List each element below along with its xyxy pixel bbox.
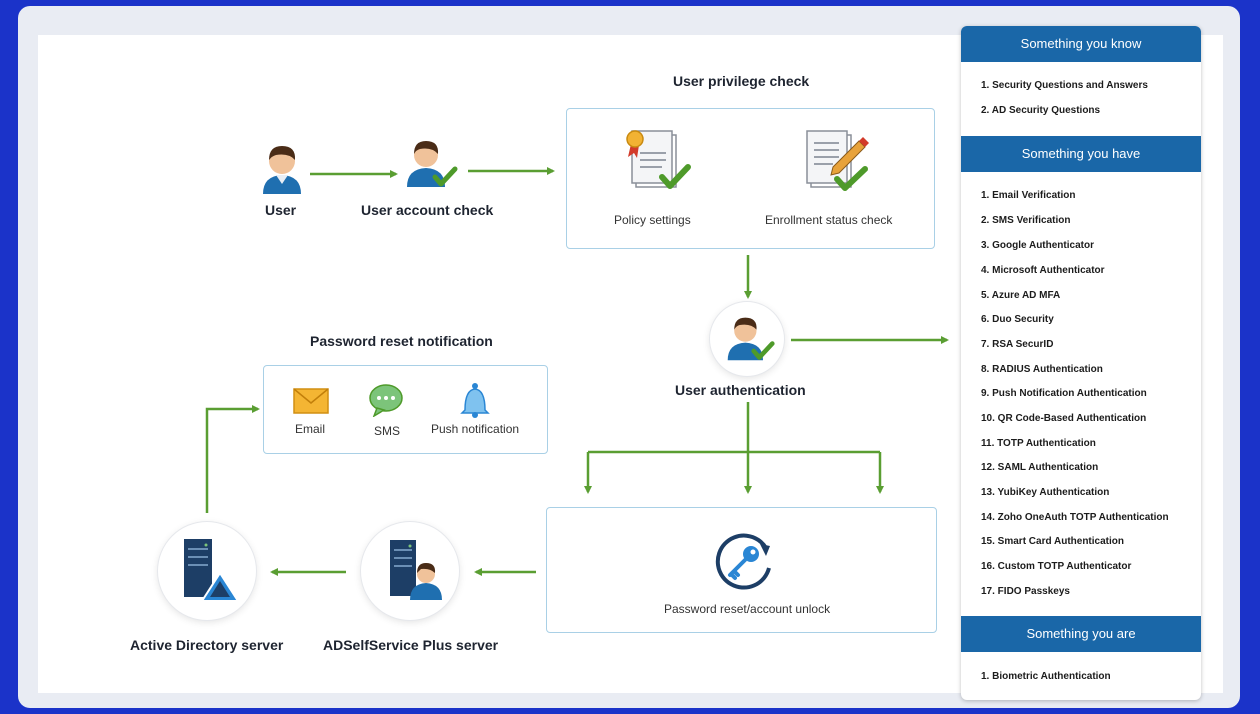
have-item: 8. RADIUS Authentication bbox=[981, 364, 1103, 375]
enrollment-status-icon bbox=[803, 127, 877, 204]
password-reset-account-unlock-label: Password reset/account unlock bbox=[664, 602, 831, 616]
active-directory-server-icon bbox=[182, 537, 242, 608]
have-item: 7. RSA SecurID bbox=[981, 339, 1054, 350]
policy-settings-label: Policy settings bbox=[614, 213, 691, 227]
have-item: 16. Custom TOTP Authenticator bbox=[981, 561, 1132, 572]
envelope-icon bbox=[293, 388, 329, 419]
know-item: 1. Security Questions and Answers bbox=[981, 80, 1148, 91]
user-authentication-avatar bbox=[724, 312, 776, 369]
email-label: Email bbox=[295, 422, 326, 436]
password-reset-notification-title: Password reset notification bbox=[310, 333, 493, 349]
have-item: 12. SAML Authentication bbox=[981, 462, 1099, 473]
key-reset-icon bbox=[714, 530, 776, 597]
have-item: 1. Email Verification bbox=[981, 190, 1076, 201]
are-item: 1. Biometric Authentication bbox=[981, 671, 1111, 682]
something-you-know-header: Something you know bbox=[961, 26, 1201, 62]
have-item: 5. Azure AD MFA bbox=[981, 290, 1061, 301]
user-avatar bbox=[259, 142, 305, 199]
authentication-factors-panel: Something you know 1. Security Questions… bbox=[961, 26, 1201, 700]
know-item: 2. AD Security Questions bbox=[981, 105, 1101, 116]
user-privilege-check-title: User privilege check bbox=[673, 73, 810, 89]
bell-icon bbox=[460, 382, 490, 423]
have-item: 10. QR Code-Based Authentication bbox=[981, 413, 1147, 424]
policy-settings-icon bbox=[622, 127, 696, 204]
adselfservice-server-label: ADSelfService Plus server bbox=[323, 637, 499, 653]
enrollment-status-check-label: Enrollment status check bbox=[765, 213, 893, 227]
have-item: 15. Smart Card Authentication bbox=[981, 536, 1124, 547]
user-account-check-label: User account check bbox=[361, 202, 494, 218]
have-item: 6. Duo Security bbox=[981, 314, 1054, 325]
have-item: 2. SMS Verification bbox=[981, 215, 1071, 226]
arrow-ad-to-notification bbox=[205, 405, 260, 513]
push-notification-label: Push notification bbox=[431, 422, 520, 436]
have-item: 3. Google Authenticator bbox=[981, 240, 1094, 251]
have-item: 17. FIDO Passkeys bbox=[981, 586, 1070, 597]
have-item: 4. Microsoft Authenticator bbox=[981, 265, 1105, 276]
something-you-are-header: Something you are bbox=[961, 616, 1201, 652]
user-authentication-label: User authentication bbox=[675, 382, 806, 398]
user-account-check-avatar bbox=[403, 137, 459, 194]
active-directory-server-label: Active Directory server bbox=[130, 637, 284, 653]
have-item: 11. TOTP Authentication bbox=[981, 438, 1096, 449]
have-item: 14. Zoho OneAuth TOTP Authentication bbox=[981, 512, 1169, 523]
sms-chat-icon bbox=[368, 383, 404, 422]
user-label: User bbox=[265, 202, 297, 218]
adselfservice-server-icon bbox=[388, 538, 448, 607]
have-item: 13. YubiKey Authentication bbox=[981, 487, 1110, 498]
sms-label: SMS bbox=[374, 424, 401, 438]
something-you-have-header: Something you have bbox=[961, 136, 1201, 172]
have-item: 9. Push Notification Authentication bbox=[981, 388, 1147, 399]
